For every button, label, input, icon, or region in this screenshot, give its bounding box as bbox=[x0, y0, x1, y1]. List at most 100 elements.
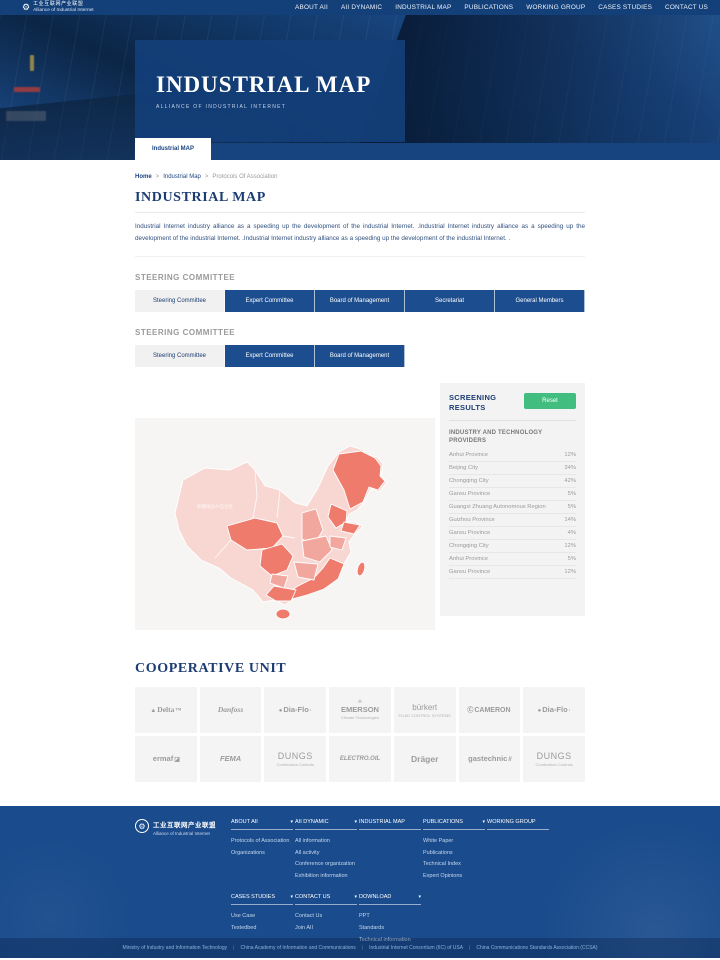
screening-row[interactable]: Gansu Province 4% bbox=[449, 527, 576, 540]
gear-logo-icon: ⚙ bbox=[135, 819, 149, 833]
nav-item-contact-us[interactable]: CONTACT US bbox=[665, 4, 708, 11]
tab-steering-committee[interactable]: Steering Committee bbox=[135, 290, 225, 312]
breadcrumb-separator: > bbox=[156, 174, 160, 180]
tab-expert-committee-2[interactable]: Expert Committee bbox=[225, 345, 315, 367]
footer-col-title-contact-us[interactable]: CONTACT US▾ bbox=[295, 894, 357, 905]
footer-col-title-download[interactable]: DOWNLOAD▾ bbox=[359, 894, 421, 905]
top-navigation-bar: ⚙ 工业互联网产业联盟 Alliance of Industrial Inter… bbox=[0, 0, 720, 15]
china-map[interactable]: 新疆维吾尔自治区 bbox=[135, 418, 435, 630]
partner-logo-ermaf[interactable]: ermaf◪ bbox=[135, 736, 197, 782]
footer-link[interactable]: All information bbox=[295, 836, 357, 848]
footer-link[interactable]: White Paper bbox=[423, 836, 485, 848]
map-region-label: 新疆维吾尔自治区 bbox=[197, 503, 233, 510]
partner-logo-burkert[interactable]: bürkert FLUID CONTROL SYSTEMS bbox=[394, 687, 456, 733]
screening-row[interactable]: Gansu Province12% bbox=[449, 566, 576, 579]
screening-row[interactable]: Guizhou Province14% bbox=[449, 514, 576, 527]
partner-logo-delta[interactable]: ▲Delta™ bbox=[135, 687, 197, 733]
nav-item-cases-studies[interactable]: CASES STUDIES bbox=[598, 4, 652, 11]
screening-row[interactable]: Anhui Province12% bbox=[449, 449, 576, 462]
footer-link[interactable]: Join AII bbox=[295, 923, 357, 935]
photo-accent bbox=[14, 87, 40, 92]
hero-title-panel: INDUSTRIAL MAP ALLIANCE OF INDUSTRIAL IN… bbox=[135, 40, 405, 142]
footer-link[interactable]: Use Case bbox=[231, 911, 293, 923]
footer-col-title-cases-studies[interactable]: CASES STUDIES▾ bbox=[231, 894, 293, 905]
chevron-down-icon: ▾ bbox=[290, 894, 293, 900]
nav-item-dynamic[interactable]: AII DYNAMIC bbox=[341, 4, 382, 11]
footer-col-title-publications[interactable]: PUBLICATIONS▾ bbox=[423, 819, 485, 830]
footer-col-label: ABOUT AII bbox=[231, 819, 258, 825]
footer-link[interactable]: All activity bbox=[295, 848, 357, 860]
nav-item-working-group[interactable]: WORKING GROUP bbox=[526, 4, 585, 11]
partner-logo-dia-flo[interactable]: ●Dia-Flo· bbox=[264, 687, 326, 733]
footer-link[interactable]: Standards bbox=[359, 923, 421, 935]
region-name: Gansu Province bbox=[449, 491, 490, 497]
partner-logo-gastechnic[interactable]: gastechnic// bbox=[459, 736, 521, 782]
screening-row[interactable]: Chongqing City12% bbox=[449, 540, 576, 553]
footer-col-title-working-group[interactable]: WORKING GROUP bbox=[487, 819, 549, 830]
logo-text: gastechnic bbox=[468, 754, 507, 763]
logo-text: FEMA bbox=[220, 754, 241, 763]
footer-link[interactable]: Contact Us bbox=[295, 911, 357, 923]
footer-link[interactable]: Technical Index bbox=[423, 859, 485, 871]
region-name: Beijing City bbox=[449, 465, 478, 471]
hero-active-tab[interactable]: Industrial MAP bbox=[135, 138, 211, 160]
breadcrumb-separator: > bbox=[205, 174, 209, 180]
chevron-down-icon: ▾ bbox=[418, 894, 421, 900]
footer-col-title-dynamic[interactable]: AII DYNAMIC▾ bbox=[295, 819, 357, 830]
footer-col-title-industrial-map[interactable]: INDUSTRIAL MAP bbox=[359, 819, 421, 830]
footer-link[interactable]: Testedbed bbox=[231, 923, 293, 935]
logo-text: DUNGS bbox=[278, 751, 313, 761]
tab-secretariat[interactable]: Secretariat bbox=[405, 290, 495, 312]
partner-link[interactable]: China Communications Standards Associati… bbox=[476, 945, 597, 951]
footer-link[interactable]: Conference organization bbox=[295, 859, 357, 871]
breadcrumb-industrial-map[interactable]: Industrial Map bbox=[163, 174, 201, 180]
site-logo[interactable]: ⚙ 工业互联网产业联盟 Alliance of Industrial Inter… bbox=[22, 2, 94, 13]
tab-board-of-management[interactable]: Board of Management bbox=[315, 290, 405, 312]
footer-link[interactable]: Organizations bbox=[231, 848, 293, 860]
partner-logo-cameron[interactable]: ⒸCAMERON bbox=[459, 687, 521, 733]
partner-logo-dungs[interactable]: DUNGS Combustion Controls bbox=[264, 736, 326, 782]
region-value: 4% bbox=[568, 530, 576, 536]
partner-logo-fema[interactable]: FEMA bbox=[200, 736, 262, 782]
footer-link[interactable]: Exhibition information bbox=[295, 871, 357, 883]
reset-button[interactable]: Reset bbox=[524, 393, 576, 409]
tab-board-of-management-2[interactable]: Board of Management bbox=[315, 345, 405, 367]
partner-logo-dia-flo-2[interactable]: ●Dia-Flo· bbox=[523, 687, 585, 733]
logo-text: DUNGS bbox=[537, 751, 572, 761]
screening-row[interactable]: Beijing City34% bbox=[449, 462, 576, 475]
separator: | bbox=[469, 945, 470, 951]
footer-link[interactable]: PPT bbox=[359, 911, 421, 923]
hero-tab-strip bbox=[135, 143, 720, 160]
screening-row[interactable]: Gansu Province5% bbox=[449, 488, 576, 501]
nav-item-industrial-map[interactable]: INDUSTRIAL MAP bbox=[395, 4, 451, 11]
breadcrumb-home[interactable]: Home bbox=[135, 174, 152, 180]
footer-col-label: AII DYNAMIC bbox=[295, 819, 329, 825]
screening-row[interactable]: Chongqing City42% bbox=[449, 475, 576, 488]
nav-item-about[interactable]: ABOUT AII bbox=[295, 4, 328, 11]
region-name: Gansu Province bbox=[449, 530, 490, 536]
partner-logo-draeger[interactable]: Dräger bbox=[394, 736, 456, 782]
tab-expert-committee[interactable]: Expert Committee bbox=[225, 290, 315, 312]
screening-row[interactable]: Anhui Province5% bbox=[449, 553, 576, 566]
partner-logo-emerson[interactable]: ❊ EMERSON Climate Technologies bbox=[329, 687, 391, 733]
tab-steering-committee-2[interactable]: Steering Committee bbox=[135, 345, 225, 367]
footer-link[interactable]: Protocols of Association bbox=[231, 836, 293, 848]
screening-row[interactable]: Guangxi Zhuang Autonomous Region5% bbox=[449, 501, 576, 514]
partner-link[interactable]: Ministry of Industry and Information Tec… bbox=[122, 945, 227, 951]
partner-link[interactable]: Industrial Internet Consortium (IIC) of … bbox=[369, 945, 463, 951]
partner-logo-danfoss[interactable]: Danfoss bbox=[200, 687, 262, 733]
partner-link[interactable]: China Academy of Information and Communi… bbox=[240, 945, 355, 951]
footer-logo[interactable]: ⚙ 工业互联网产业联盟 Alliance of Industrial Inter… bbox=[135, 819, 231, 882]
partner-logo-electro-oil[interactable]: ELECTRO.OIL bbox=[329, 736, 391, 782]
footer-link[interactable]: Publications bbox=[423, 848, 485, 860]
footer-col-label: CONTACT US bbox=[295, 894, 330, 900]
chevron-down-icon: ▾ bbox=[290, 819, 293, 825]
footer-link[interactable]: Expert Opinions bbox=[423, 871, 485, 883]
nav-item-publications[interactable]: PUBLICATIONS bbox=[464, 4, 513, 11]
tab-general-members[interactable]: General Members bbox=[495, 290, 585, 312]
logo-text: Dia-Flo bbox=[283, 705, 308, 714]
partner-logo-dungs-2[interactable]: DUNGS Combustion Controls bbox=[523, 736, 585, 782]
screening-results-title: SCREENING RESULTS bbox=[449, 393, 511, 413]
footer-col-title-about[interactable]: ABOUT AII ▾ bbox=[231, 819, 293, 830]
logo-subtext: FLUID CONTROL SYSTEMS bbox=[399, 713, 451, 718]
